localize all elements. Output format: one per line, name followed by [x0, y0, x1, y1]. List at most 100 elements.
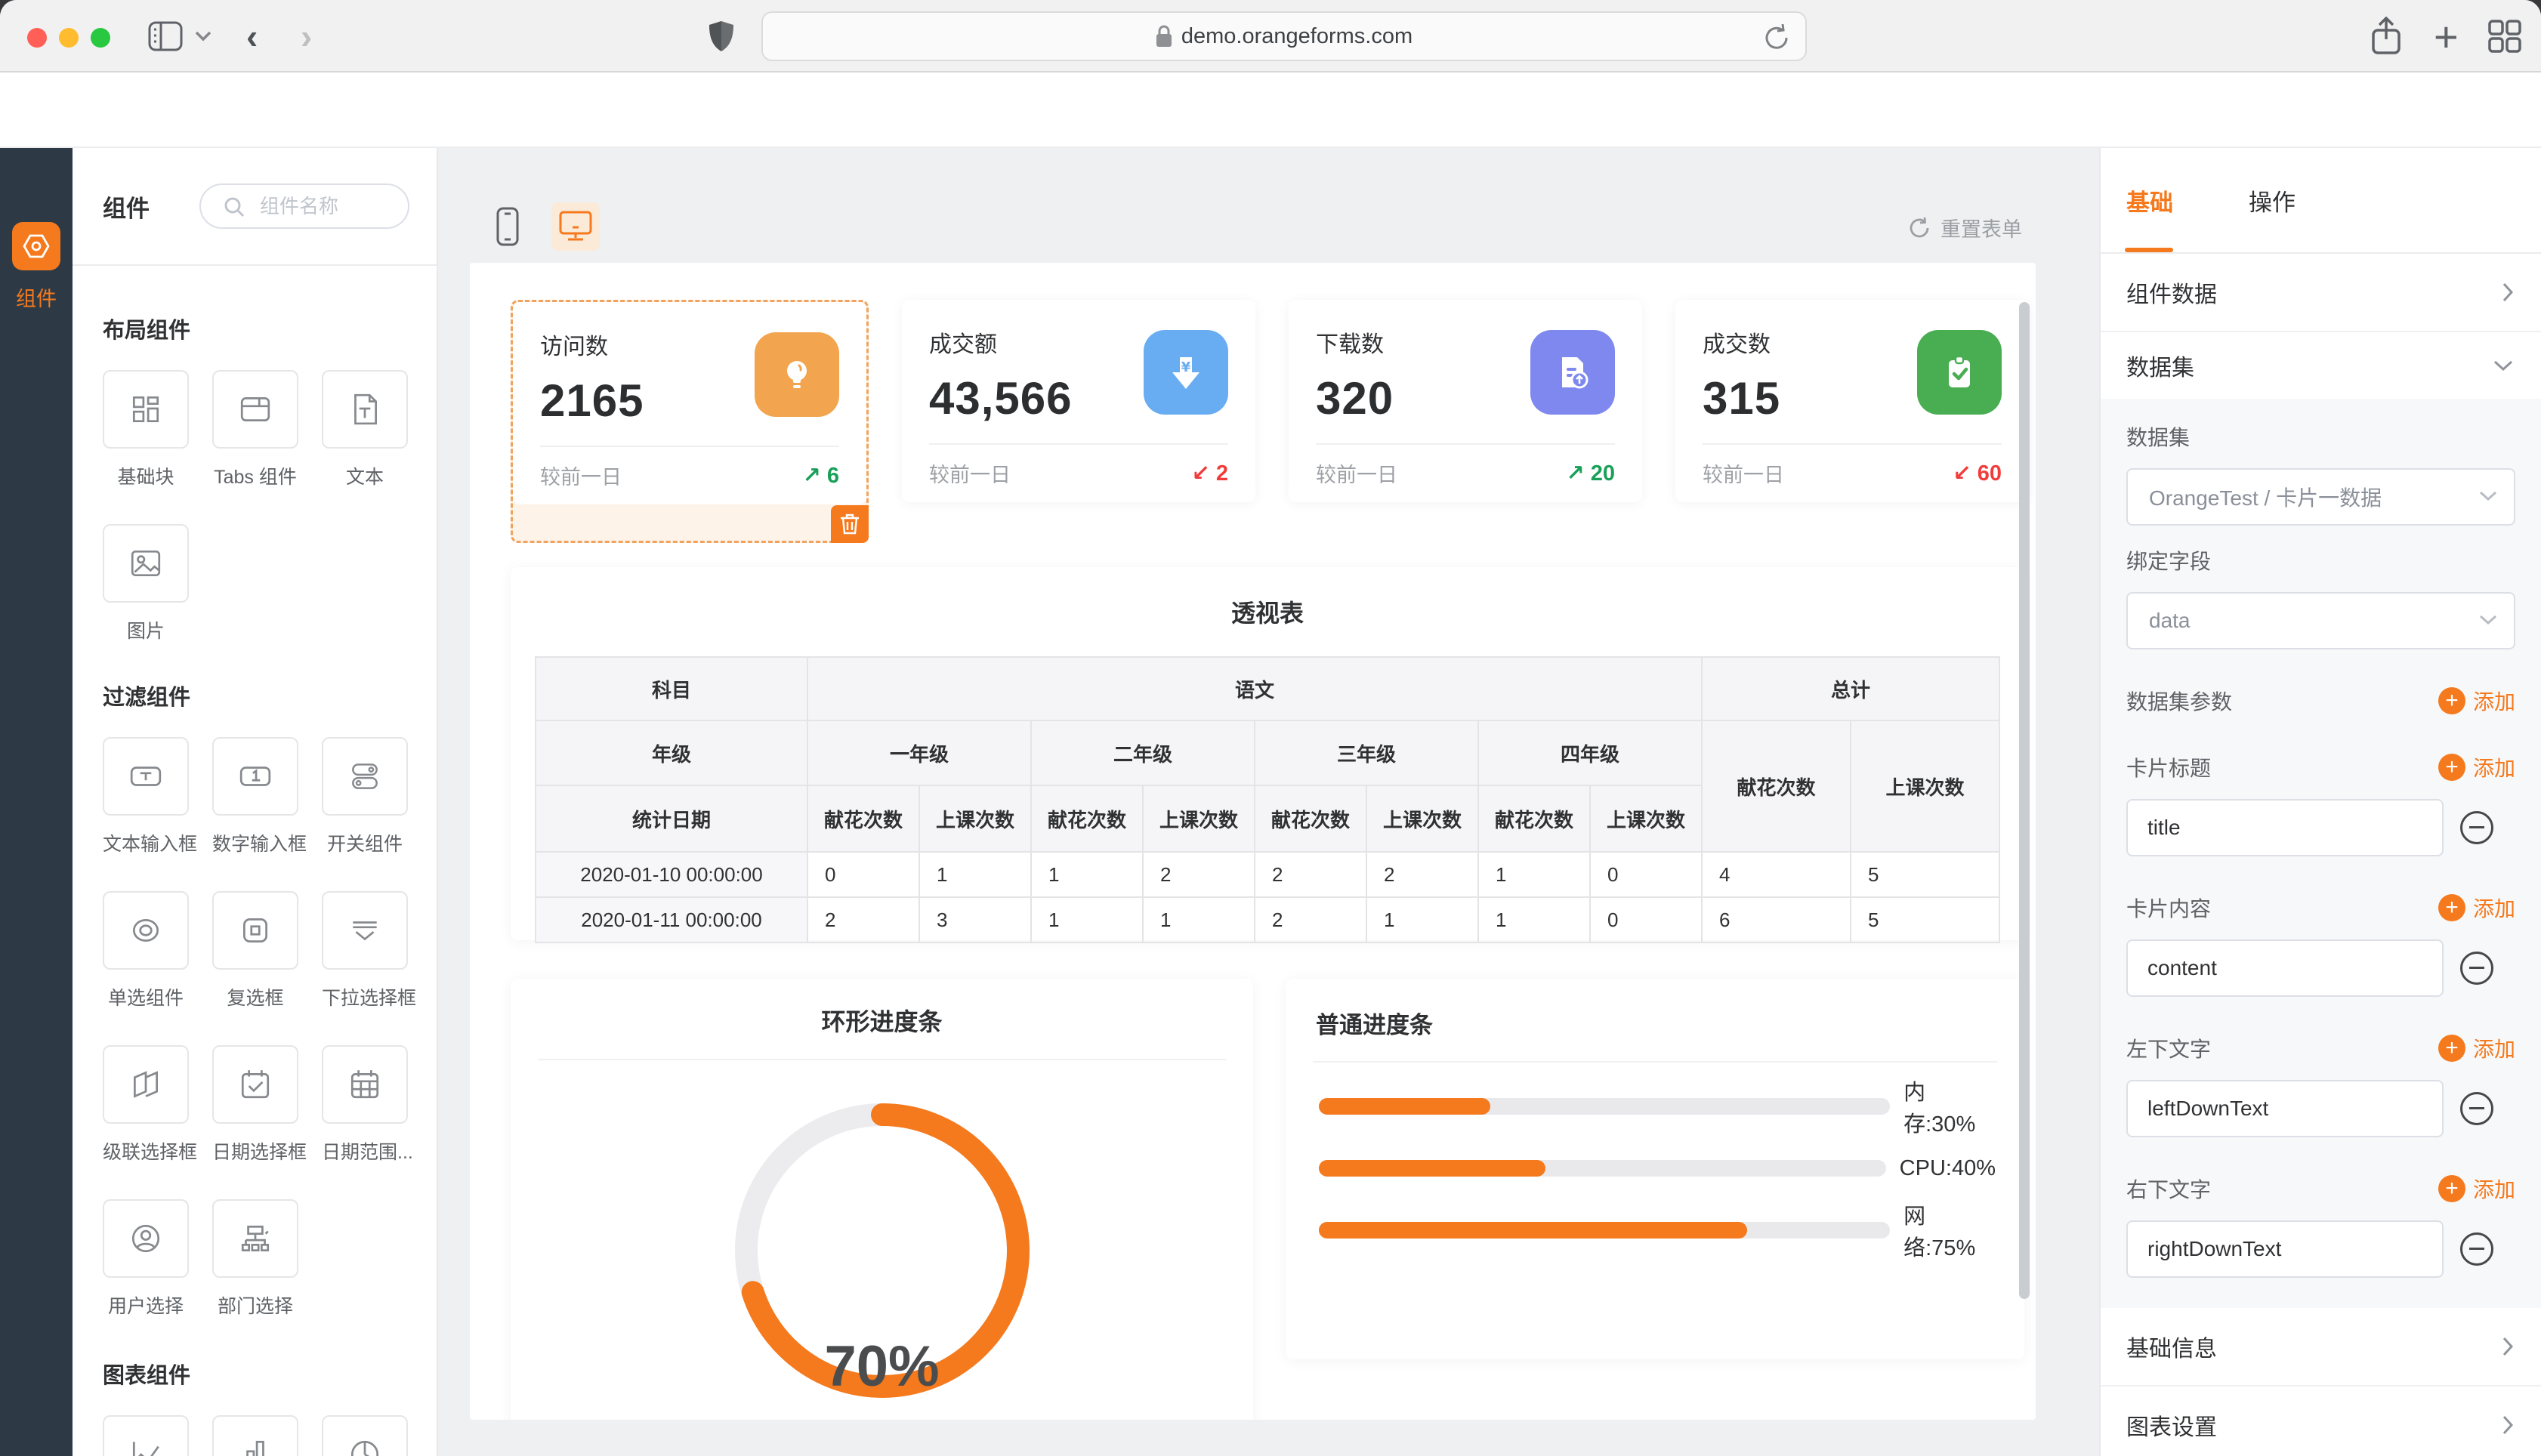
component-search-input[interactable]: [201, 185, 408, 227]
new-tab-icon[interactable]: +: [2434, 0, 2459, 72]
components-panel-title: 组件: [103, 190, 150, 224]
section-title-layout: 布局组件: [103, 313, 406, 344]
trend-up-badge: ↗ 20: [1566, 460, 1615, 486]
add-left-down-text-button[interactable]: + 添加: [2438, 1033, 2515, 1063]
stat-card-downloads[interactable]: 下载数 320 较前一日 ↗ 20: [1289, 300, 1642, 502]
desktop-icon: [559, 211, 592, 242]
card-title-input[interactable]: [2126, 799, 2444, 856]
trend-down-badge: ↙ 60: [1953, 460, 2002, 486]
tab-overview-icon[interactable]: [2488, 0, 2521, 72]
component-item-select[interactable]: 下拉选择框: [322, 891, 408, 1010]
remove-card-title-button[interactable]: [2460, 811, 2493, 844]
rail-components-button[interactable]: [12, 222, 60, 270]
component-item-pie-chart[interactable]: [322, 1415, 408, 1456]
sidebar-chevron-icon[interactable]: [195, 0, 211, 72]
component-item-dept-select[interactable]: 部门选择: [212, 1199, 298, 1319]
back-button[interactable]: ‹: [246, 0, 258, 72]
zoom-window-button[interactable]: [91, 28, 110, 48]
reset-form-button[interactable]: 重置表单: [1907, 213, 2022, 242]
chevron-right-icon: [2502, 1414, 2514, 1436]
close-window-button[interactable]: [27, 28, 47, 48]
bar-progress-widget[interactable]: 普通进度条 内存:30% CPU:40% 网络:75%: [1286, 979, 2024, 1359]
left-down-text-input[interactable]: [2126, 1080, 2444, 1137]
tab-basic[interactable]: 基础: [2126, 148, 2173, 252]
component-item-user-select[interactable]: 用户选择: [103, 1199, 189, 1319]
trash-icon: [840, 514, 860, 535]
ring-progress-widget[interactable]: 环形进度条 70%: [511, 979, 1253, 1420]
component-item-basic-block[interactable]: 基础块: [103, 370, 189, 489]
remove-card-content-button[interactable]: [2460, 952, 2493, 985]
dataset-params-row: 数据集参数 + 添加: [2126, 686, 2515, 716]
chart-settings-row[interactable]: 图表设置: [2101, 1387, 2541, 1456]
date-range-icon: [347, 1067, 382, 1102]
mobile-preview-button[interactable]: [483, 202, 532, 251]
component-item-text[interactable]: 文本: [322, 370, 408, 489]
dataset-section-row[interactable]: 数据集: [2101, 332, 2541, 399]
forward-button[interactable]: ›: [301, 0, 312, 72]
dataset-select[interactable]: OrangeTest / 卡片一数据: [2126, 468, 2515, 526]
canvas-scrollbar[interactable]: [2019, 302, 2030, 1299]
section-title-chart: 图表组件: [103, 1358, 406, 1390]
reset-icon: [1907, 216, 1931, 240]
component-item-date-range[interactable]: 日期范围...: [322, 1045, 408, 1164]
trend-down-badge: ↙ 2: [1191, 460, 1228, 486]
text-input-icon: [128, 759, 163, 794]
remove-left-down-text-button[interactable]: [2460, 1092, 2493, 1125]
bulb-icon: [755, 332, 839, 417]
tab-actions[interactable]: 操作: [2249, 148, 2296, 252]
component-data-row[interactable]: 组件数据: [2101, 254, 2541, 332]
component-item-checkbox[interactable]: 复选框: [212, 891, 298, 1010]
delete-widget-button[interactable]: [831, 505, 869, 543]
section-title-filter: 过滤组件: [103, 680, 406, 711]
stat-card-deals[interactable]: 成交数 315 较前一日 ↙ 60: [1675, 300, 2029, 502]
component-item-bar-chart[interactable]: [212, 1415, 298, 1456]
plus-icon: +: [2438, 687, 2465, 714]
trend-up-badge: ↗ 6: [802, 462, 839, 489]
privacy-shield-icon[interactable]: [709, 0, 734, 72]
select-icon: [347, 913, 382, 948]
plus-icon: +: [2438, 894, 2465, 921]
component-item-date-picker[interactable]: 日期选择框: [212, 1045, 298, 1164]
rail-components-label[interactable]: 组件: [0, 282, 73, 312]
component-search[interactable]: [199, 184, 409, 229]
add-card-content-button[interactable]: + 添加: [2438, 893, 2515, 923]
selected-widget-frame[interactable]: 访问数 2165 较前一日 ↗ 6: [511, 300, 869, 543]
line-chart-icon: [128, 1437, 163, 1456]
sidebar-toggle-icon[interactable]: [148, 0, 183, 72]
reload-icon[interactable]: [1763, 23, 1790, 53]
basic-info-row[interactable]: 基础信息: [2101, 1308, 2541, 1387]
card-content-input[interactable]: [2126, 939, 2444, 997]
bind-field-select[interactable]: data: [2126, 592, 2515, 649]
component-item-line-chart[interactable]: [103, 1415, 189, 1456]
form-canvas-area: 重置表单 访问数 2165 较前一日 ↗ 6: [440, 148, 2099, 1456]
address-bar[interactable]: demo.orangeforms.com: [761, 11, 1807, 61]
window-controls[interactable]: [27, 28, 110, 48]
form-canvas-sheet[interactable]: 访问数 2165 较前一日 ↗ 6: [470, 263, 2036, 1420]
component-item-switch[interactable]: 开关组件: [322, 737, 408, 856]
left-rail: 组件: [0, 148, 73, 1456]
add-param-button[interactable]: + 添加: [2438, 686, 2515, 716]
desktop-preview-button[interactable]: [551, 202, 600, 251]
component-item-radio[interactable]: 单选组件: [103, 891, 189, 1010]
stat-card-visits[interactable]: 访问数 2165 较前一日 ↗ 6: [513, 302, 866, 504]
remove-right-down-text-button[interactable]: [2460, 1232, 2493, 1266]
share-icon[interactable]: [2370, 0, 2402, 72]
table-row: 2020-01-11 00:00:00 2 3 1 1 2 1 1 0 6 5: [536, 897, 1999, 942]
component-item-tabs[interactable]: Tabs 组件: [212, 370, 298, 489]
table-row: 2020-01-10 00:00:00 0 1 1 2 2 2 1 0 4 5: [536, 852, 1999, 897]
bar-chart-icon: [238, 1437, 273, 1456]
pivot-table-widget[interactable]: 透视表 科目 语文 总计 年级 一年级 二年级: [511, 567, 2024, 940]
right-down-text-input[interactable]: [2126, 1220, 2444, 1278]
component-item-number-input[interactable]: 数字输入框: [212, 737, 298, 856]
component-item-text-input[interactable]: 文本输入框: [103, 737, 189, 856]
add-card-title-button[interactable]: + 添加: [2438, 752, 2515, 782]
component-item-cascade[interactable]: 级联选择框: [103, 1045, 189, 1164]
svg-text:¥: ¥: [1181, 359, 1191, 375]
components-panel-header: 组件: [73, 148, 437, 266]
ring-progress-value: 70%: [511, 1334, 1253, 1399]
add-right-down-text-button[interactable]: + 添加: [2438, 1174, 2515, 1204]
minimize-window-button[interactable]: [59, 28, 79, 48]
radio-icon: [128, 913, 163, 948]
component-item-image[interactable]: 图片: [103, 524, 189, 643]
stat-card-deal-amount[interactable]: 成交额 ¥ 43,566 较前一日 ↙ 2: [902, 300, 1255, 502]
